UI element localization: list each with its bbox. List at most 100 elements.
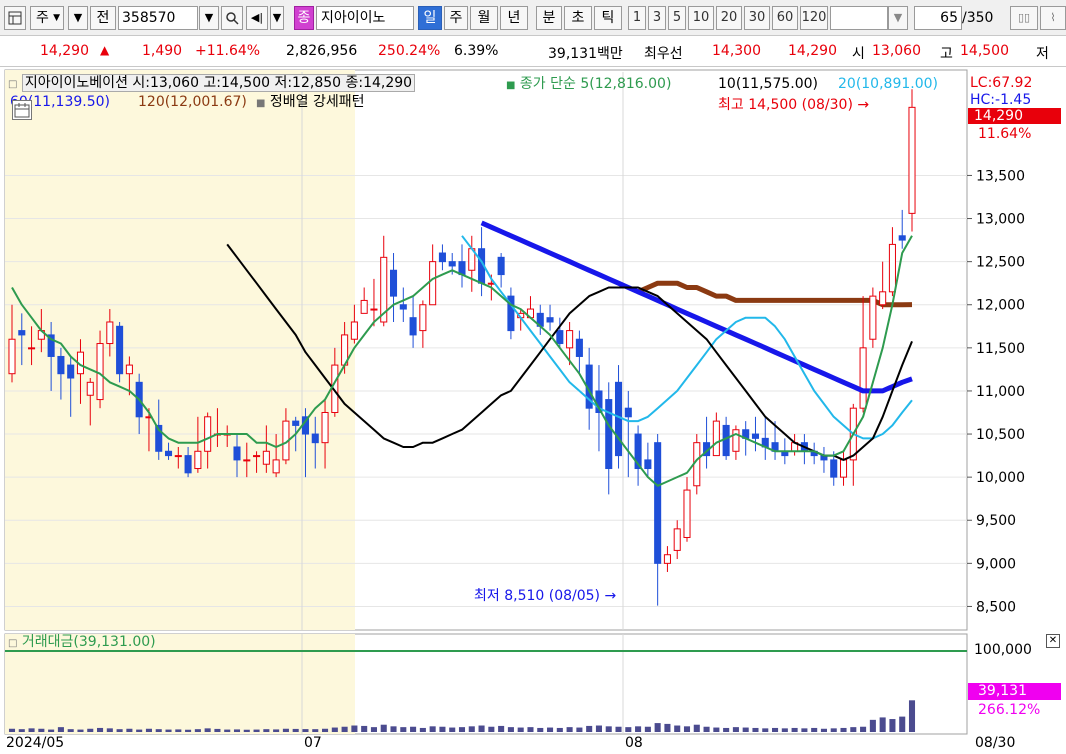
period-tick-button[interactable]: 틱 bbox=[594, 6, 622, 30]
chevron-down-icon[interactable]: ▼ bbox=[68, 6, 88, 30]
interval-10-button[interactable]: 10 bbox=[688, 6, 714, 30]
low-label: 저 bbox=[1036, 46, 1049, 62]
volume-bar bbox=[664, 723, 671, 732]
volume-bar bbox=[57, 727, 64, 732]
volume-bar bbox=[498, 725, 505, 732]
volume-legend: □ 거래대금(39,131.00) bbox=[8, 634, 156, 652]
candle-body bbox=[419, 304, 427, 332]
candle-body bbox=[272, 459, 280, 474]
volume-bar bbox=[165, 729, 172, 732]
volume-bar bbox=[185, 729, 192, 732]
candlestick-chart[interactable]: 8,500 9,000 9,500 10,000 10,500 11,000 11,500 1… bbox=[0, 68, 1066, 754]
speaker-icon[interactable]: ◀| bbox=[246, 6, 268, 30]
ask-price: 14,300 bbox=[712, 43, 761, 59]
chevron-down-icon: ▼ bbox=[53, 13, 60, 23]
candle-body bbox=[575, 338, 583, 357]
volume-bar bbox=[292, 728, 299, 732]
calendar-icon[interactable] bbox=[12, 100, 32, 120]
volume-bar bbox=[87, 728, 94, 732]
chevron-down-icon[interactable]: ▼ bbox=[888, 6, 908, 30]
volume-bar bbox=[263, 729, 270, 732]
period-second-button[interactable]: 초 bbox=[564, 6, 592, 30]
volume-bar bbox=[625, 727, 632, 732]
count-input[interactable]: 65 bbox=[914, 6, 962, 30]
volume-bar bbox=[713, 727, 720, 732]
candle-body bbox=[859, 347, 867, 409]
toolbar: 주 ▼ ▼ 전 358570 ▼ ◀| ▼ 종 지아이이노 일 주 월 년 분 초… bbox=[0, 0, 1066, 36]
candle-body bbox=[194, 450, 202, 470]
period-month-button[interactable]: 월 bbox=[470, 6, 498, 30]
volume-bar bbox=[908, 700, 916, 732]
volume-bar bbox=[116, 729, 123, 732]
period-day-button[interactable]: 일 bbox=[418, 6, 442, 30]
volume-bar bbox=[449, 727, 456, 732]
chart-area[interactable]: 8,500 9,000 9,500 10,000 10,500 11,000 11,500 1… bbox=[0, 68, 1066, 754]
close-icon[interactable]: ✕ bbox=[1046, 634, 1060, 648]
candle-body bbox=[673, 528, 681, 551]
period-minute-button[interactable]: 분 bbox=[536, 6, 562, 30]
candle-body bbox=[830, 459, 838, 478]
y-tick-label: 12,500 bbox=[976, 255, 1025, 271]
candle-body bbox=[605, 399, 613, 470]
chart-type-icon[interactable]: ▯▯ bbox=[1010, 6, 1038, 30]
best-quote-label: 최우선 bbox=[644, 46, 683, 62]
last-pct-tag: 11.64% bbox=[978, 126, 1032, 142]
volume-bar bbox=[253, 729, 260, 732]
y-tick-label: 9,500 bbox=[976, 513, 1016, 529]
chevron-down-icon[interactable]: ▼ bbox=[199, 6, 219, 30]
volume-bar bbox=[683, 726, 691, 732]
volume-bar bbox=[762, 728, 769, 732]
y-tick-label: 10,500 bbox=[976, 427, 1025, 443]
candle-body bbox=[497, 256, 505, 276]
volume-last-tag: 39,131 bbox=[968, 683, 1061, 700]
candle-body bbox=[908, 106, 916, 214]
volume-ratio: 250.24% bbox=[378, 43, 441, 59]
candle-body bbox=[116, 325, 124, 375]
volume-bar bbox=[801, 728, 808, 732]
candle-body bbox=[624, 407, 632, 418]
interval-120-button[interactable]: 120 bbox=[800, 6, 828, 30]
count-total: /350 bbox=[962, 10, 994, 26]
interval-20-button[interactable]: 20 bbox=[716, 6, 742, 30]
interval-1-button[interactable]: 1 bbox=[628, 6, 646, 30]
layout-grid-icon[interactable] bbox=[4, 6, 26, 30]
volume-bar bbox=[674, 725, 681, 732]
volume-bar bbox=[233, 729, 241, 732]
interval-3-button[interactable]: 3 bbox=[648, 6, 666, 30]
volume-bar bbox=[840, 727, 847, 732]
volume-bar bbox=[361, 725, 368, 732]
candle-body bbox=[57, 355, 65, 375]
volume-bar bbox=[145, 728, 152, 732]
line-chart-icon[interactable]: ⌇ bbox=[1040, 6, 1066, 30]
price-change: 1,490 bbox=[142, 43, 183, 59]
pattern-legend-text: 정배열 강세패턴 bbox=[269, 94, 365, 110]
volume-bar bbox=[556, 727, 563, 732]
stock-code-input[interactable]: 358570 bbox=[118, 6, 198, 30]
volume-bar bbox=[194, 729, 201, 732]
candle-body bbox=[898, 235, 906, 241]
candle-body bbox=[370, 308, 378, 311]
volume-bar bbox=[644, 726, 651, 732]
candle-body bbox=[86, 381, 94, 396]
interval-5-button[interactable]: 5 bbox=[668, 6, 686, 30]
jong-badge[interactable]: 종 bbox=[294, 6, 314, 30]
market-select[interactable]: 주 ▼ bbox=[30, 6, 64, 30]
custom-interval-input[interactable] bbox=[830, 6, 888, 30]
period-week-button[interactable]: 주 bbox=[444, 6, 468, 30]
candle-body bbox=[262, 450, 270, 465]
low-annotation-text: 최저 8,510 (08/05) bbox=[474, 588, 601, 604]
chevron-down-icon[interactable]: ▼ bbox=[270, 6, 284, 30]
interval-30-button[interactable]: 30 bbox=[744, 6, 770, 30]
candle-body bbox=[888, 243, 896, 293]
volume-bar bbox=[879, 717, 886, 732]
interval-60-button[interactable]: 60 bbox=[772, 6, 798, 30]
volume-bar bbox=[635, 726, 642, 732]
prev-button[interactable]: 전 bbox=[90, 6, 116, 30]
candle-body bbox=[243, 459, 251, 462]
period-year-button[interactable]: 년 bbox=[500, 6, 528, 30]
stock-name-field[interactable]: 지아이이노 bbox=[316, 6, 414, 30]
candle-body bbox=[174, 455, 182, 458]
candle-body bbox=[233, 446, 241, 461]
magnifier-icon[interactable] bbox=[221, 6, 243, 30]
volume-bar bbox=[155, 729, 162, 732]
